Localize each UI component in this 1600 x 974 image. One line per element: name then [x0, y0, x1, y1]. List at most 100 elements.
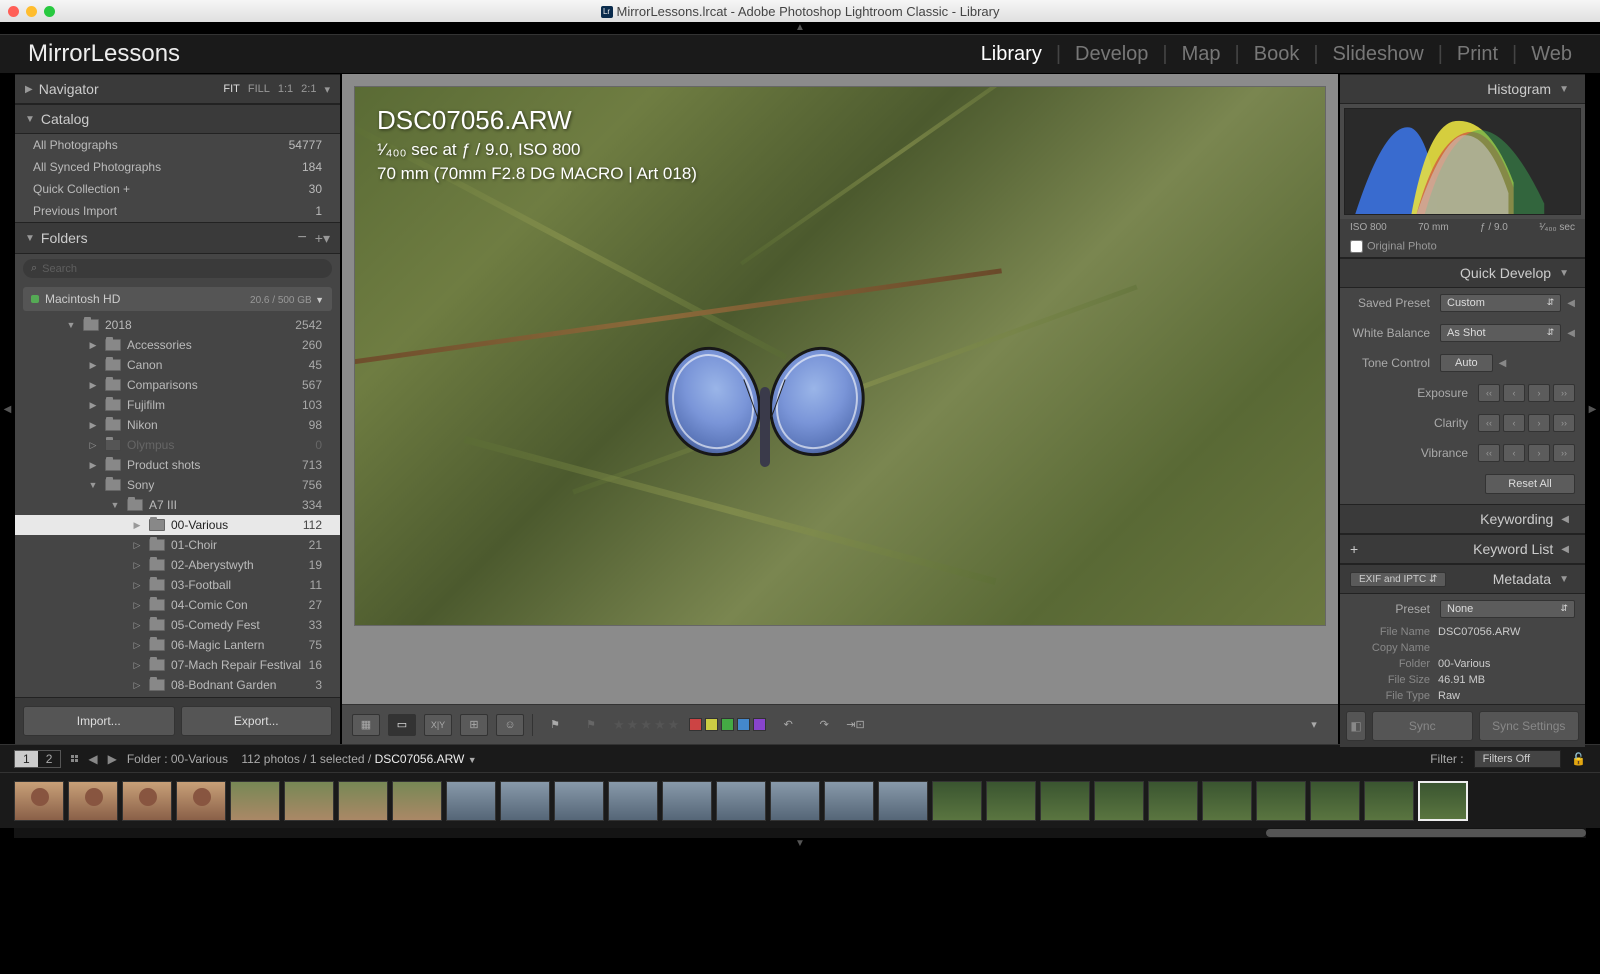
nav-zoom-menu[interactable]: ▾ [324, 83, 330, 96]
thumbnail[interactable] [1040, 781, 1090, 821]
folder-row[interactable]: ▷07-Mach Repair Festival16 [15, 655, 340, 675]
filmstrip-scrollbar[interactable] [14, 828, 1586, 838]
export-button[interactable]: Export... [181, 706, 333, 736]
wb-select[interactable]: As Shot ⇵ [1440, 324, 1561, 342]
module-print[interactable]: Print [1457, 43, 1498, 66]
thumbnail[interactable] [284, 781, 334, 821]
thumbnail[interactable] [716, 781, 766, 821]
loupe-view-button[interactable]: ▭ [388, 714, 416, 736]
folders-header[interactable]: ▼Folders − +▾ [15, 222, 340, 254]
metadata-header[interactable]: EXIF and IPTC ⇵ Metadata▼ [1340, 564, 1585, 594]
grid-view-button[interactable]: ▦ [352, 714, 380, 736]
folder-row[interactable]: ▶Comparisons567 [15, 375, 340, 395]
catalog-header[interactable]: ▼Catalog [15, 104, 340, 134]
clarity-minus[interactable]: ‹ [1503, 414, 1525, 432]
close-window-button[interactable] [8, 6, 19, 17]
vibrance-minus-large[interactable]: ‹‹ [1478, 444, 1500, 462]
exposure-plus-large[interactable]: ›› [1553, 384, 1575, 402]
sync-toggle[interactable]: ◧ [1346, 711, 1366, 741]
module-develop[interactable]: Develop [1075, 43, 1148, 66]
folder-row[interactable]: ▶Fujifilm103 [15, 395, 340, 415]
clarity-plus-large[interactable]: ›› [1553, 414, 1575, 432]
filmstrip[interactable] [0, 772, 1600, 828]
minimize-window-button[interactable] [26, 6, 37, 17]
filter-lock-icon[interactable]: 🔓 [1571, 752, 1586, 766]
folder-row[interactable]: ▶Product shots713 [15, 455, 340, 475]
label-yellow[interactable] [705, 718, 718, 731]
clarity-minus-large[interactable]: ‹‹ [1478, 414, 1500, 432]
folder-row[interactable]: ▶Nikon98 [15, 415, 340, 435]
display-1[interactable]: 1 [15, 751, 38, 767]
folder-row[interactable]: ▷01-Choir21 [15, 535, 340, 555]
folder-row[interactable]: ▼Sony756 [15, 475, 340, 495]
thumbnail[interactable] [122, 781, 172, 821]
navigator-header[interactable]: ▶Navigator FIT FILL 1:1 2:1 ▾ [15, 74, 340, 104]
vibrance-plus[interactable]: › [1528, 444, 1550, 462]
module-slideshow[interactable]: Slideshow [1333, 43, 1424, 66]
add-folder-button[interactable]: +▾ [315, 230, 330, 247]
vibrance-minus[interactable]: ‹ [1503, 444, 1525, 462]
folder-row[interactable]: ▷04-Comic Con27 [15, 595, 340, 615]
thumbnail[interactable] [1202, 781, 1252, 821]
nav-1to1[interactable]: 1:1 [278, 83, 293, 95]
catalog-row[interactable]: Quick Collection +30 [15, 178, 340, 200]
catalog-row[interactable]: All Photographs54777 [15, 134, 340, 156]
thumbnail[interactable] [338, 781, 388, 821]
rating-stars[interactable]: ★★★★★ [613, 717, 681, 733]
thumbnail[interactable] [878, 781, 928, 821]
metadata-preset-select[interactable]: None ⇵ [1440, 600, 1575, 618]
remove-folder-button[interactable]: − [297, 229, 306, 247]
nav-fill[interactable]: FILL [248, 83, 270, 95]
label-blue[interactable] [737, 718, 750, 731]
thumbnail[interactable] [500, 781, 550, 821]
auto-tone-button[interactable]: Auto [1440, 354, 1493, 372]
qd-expand-2[interactable]: ◀ [1567, 328, 1575, 339]
maximize-window-button[interactable] [44, 6, 55, 17]
module-web[interactable]: Web [1531, 43, 1572, 66]
thumbnail[interactable] [1148, 781, 1198, 821]
thumbnail[interactable] [68, 781, 118, 821]
label-purple[interactable] [753, 718, 766, 731]
people-view-button[interactable]: ☺ [496, 714, 524, 736]
folder-row[interactable]: ▷Olympus0 [15, 435, 340, 455]
nav-zoom[interactable]: 2:1 [301, 83, 316, 95]
folder-row[interactable]: ▶00-Various112 [15, 515, 340, 535]
catalog-row[interactable]: All Synced Photographs184 [15, 156, 340, 178]
thumbnail[interactable] [1256, 781, 1306, 821]
toolbar-menu[interactable]: ▾ [1300, 714, 1328, 736]
filter-select[interactable]: Filters Off [1474, 750, 1561, 768]
thumbnail[interactable] [608, 781, 658, 821]
saved-preset-select[interactable]: Custom ⇵ [1440, 294, 1561, 312]
module-book[interactable]: Book [1254, 43, 1300, 66]
thumbnail[interactable] [14, 781, 64, 821]
prev-photo-button[interactable]: ◀ [88, 752, 97, 766]
add-keyword-button[interactable]: + [1350, 541, 1358, 557]
thumbnail[interactable] [1094, 781, 1144, 821]
thumbnail[interactable] [1364, 781, 1414, 821]
folder-row[interactable]: ▷08-Bodnant Garden3 [15, 675, 340, 695]
folder-row[interactable]: ▷05-Comedy Fest33 [15, 615, 340, 635]
label-green[interactable] [721, 718, 734, 731]
top-panel-toggle[interactable]: ▲ [795, 22, 805, 33]
left-panel-toggle[interactable]: ◀ [0, 74, 15, 744]
bottom-panel-toggle[interactable]: ▼ [795, 838, 805, 849]
display-2[interactable]: 2 [38, 751, 61, 767]
exposure-minus[interactable]: ‹ [1503, 384, 1525, 402]
histogram-display[interactable] [1344, 108, 1581, 215]
module-library[interactable]: Library [981, 43, 1042, 66]
folder-row[interactable]: ▶Canon45 [15, 355, 340, 375]
sync-settings-button[interactable]: Sync Settings [1479, 711, 1580, 741]
thumbnail[interactable] [446, 781, 496, 821]
thumbnail[interactable] [932, 781, 982, 821]
keyword-list-header[interactable]: + Keyword List◀ [1340, 534, 1585, 564]
quick-develop-header[interactable]: Quick Develop▼ [1340, 258, 1585, 288]
qd-expand-1[interactable]: ◀ [1567, 298, 1575, 309]
filmstrip-path[interactable]: Folder : 00-Various 112 photos / 1 selec… [127, 752, 477, 766]
qd-expand-3[interactable]: ◀ [1499, 358, 1507, 369]
thumbnail[interactable] [176, 781, 226, 821]
exposure-minus-large[interactable]: ‹‹ [1478, 384, 1500, 402]
folder-row[interactable]: ▼A7 III334 [15, 495, 340, 515]
survey-view-button[interactable]: ⊞ [460, 714, 488, 736]
sync-button[interactable]: Sync [1372, 711, 1473, 741]
nav-fit[interactable]: FIT [223, 83, 240, 95]
